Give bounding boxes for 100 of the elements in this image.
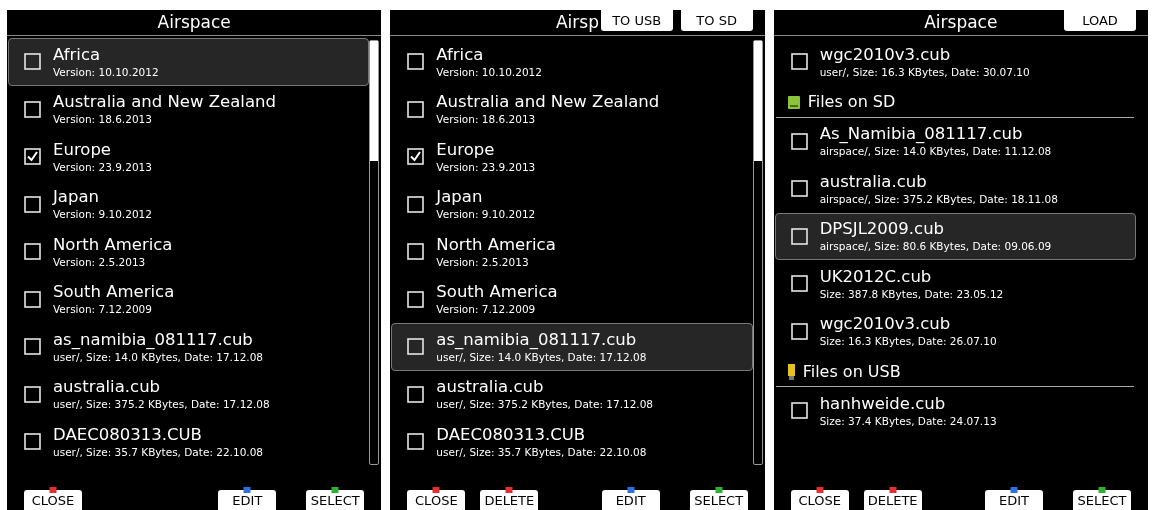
footer-button[interactable]: SELECT — [306, 490, 365, 510]
file-row[interactable]: hanhweide.cub Size: 37.4 KBytes, Date: 24.07.13 — [774, 387, 1136, 435]
checkbox[interactable] — [790, 132, 808, 150]
checkbox[interactable] — [407, 433, 425, 451]
footer-button[interactable]: SELECT — [689, 490, 748, 510]
file-details: user/, Size: 16.3 KBytes, Date: 30.07.10 — [819, 65, 1030, 79]
file-details: Version: 7.12.2009 — [436, 303, 537, 317]
file-row[interactable]: Europe Version: 23.9.2013 — [8, 133, 370, 181]
file-details: airspace/, Size: 14.0 KBytes, Date: 11.12.08 — [819, 145, 1052, 159]
dialog-title: Airspace — [924, 10, 998, 34]
dialog-title: Airsp — [556, 10, 599, 34]
footer-button[interactable]: EDIT — [601, 490, 660, 510]
checkbox[interactable] — [790, 402, 808, 420]
file-row[interactable]: UK2012C.cub Size: 387.8 KBytes, Date: 23.05.12 — [774, 260, 1136, 308]
file-row[interactable]: australia.cub airspace/, Size: 375.2 KBytes, Date: 18.11.08 — [774, 165, 1136, 213]
file-name: DAEC080313.CUB — [53, 424, 203, 446]
file-name: North America — [53, 234, 173, 256]
footer-button[interactable]: DELETE — [480, 490, 539, 510]
file-name: South America — [53, 282, 175, 303]
checkbox[interactable] — [24, 148, 41, 166]
file-details: Size: 16.3 KBytes, Date: 26.07.10 — [819, 335, 997, 349]
scrollbar-thumb[interactable] — [370, 41, 379, 161]
scrollbar[interactable] — [752, 40, 763, 465]
checkbox[interactable] — [790, 180, 808, 198]
footer-button[interactable]: EDIT — [985, 490, 1043, 510]
file-row[interactable]: as_namibia_081117.cub user/, Size: 14.0 KBytes, Date: 17.12.08 — [391, 323, 753, 371]
file-row[interactable]: DAEC080313.CUB user/, Size: 35.7 KBytes, Date: 22.10.08 — [8, 418, 370, 466]
header-button[interactable]: TO USB — [600, 10, 673, 31]
file-details: Version: 18.6.2013 — [436, 113, 537, 127]
file-details: Version: 10.10.2012 — [53, 65, 159, 79]
file-row[interactable]: Australia and New Zealand Version: 18.6.2013 — [8, 85, 370, 133]
checkbox[interactable] — [24, 338, 41, 356]
scrollbar-thumb[interactable] — [753, 41, 762, 161]
file-row[interactable]: DPSJL2009.cub airspace/, Size: 80.6 KBytes, Date: 09.06.09 — [774, 212, 1136, 260]
file-details: Version: 23.9.2013 — [53, 160, 152, 174]
checkbox[interactable] — [790, 275, 808, 293]
file-name: australia.cub — [53, 377, 162, 398]
file-row[interactable]: As_Namibia_081117.cub airspace/, Size: 14.0 KBytes, Date: 11.12.08 — [774, 117, 1136, 165]
file-name: Australia and New Zealand — [436, 92, 660, 113]
file-name: DPSJL2009.cub — [819, 219, 946, 240]
footer-button[interactable]: CLOSE — [790, 490, 849, 510]
scrollbar[interactable] — [369, 40, 380, 465]
section-label: Files on SD — [807, 91, 896, 113]
file-row[interactable]: Africa Version: 10.10.2012 — [391, 38, 753, 86]
file-name: wgc2010v3.cub — [819, 44, 952, 66]
file-row[interactable]: Japan Version: 9.10.2012 — [391, 180, 753, 228]
file-row[interactable]: Australia and New Zealand Version: 18.6.2013 — [391, 85, 753, 133]
checkbox[interactable] — [407, 385, 425, 403]
file-row[interactable]: Europe Version: 23.9.2013 — [391, 133, 753, 181]
file-name: as_namibia_081117.cub — [53, 329, 254, 351]
file-row[interactable]: as_namibia_081117.cub user/, Size: 14.0 KBytes, Date: 17.12.08 — [8, 323, 370, 371]
checkbox[interactable] — [24, 433, 41, 451]
file-row[interactable]: North America Version: 2.5.2013 — [391, 228, 753, 276]
file-details: user/, Size: 375.2 KBytes, Date: 17.12.08 — [53, 398, 270, 412]
checkbox[interactable] — [407, 148, 425, 166]
file-details: user/, Size: 14.0 KBytes, Date: 17.12.08 — [436, 350, 647, 364]
file-row[interactable]: australia.cub user/, Size: 375.2 KBytes, Date: 17.12.08 — [8, 370, 370, 418]
file-row[interactable]: wgc2010v3.cub user/, Size: 16.3 KBytes, Date: 30.07.10 — [774, 38, 1136, 86]
header-button[interactable]: TO SD — [680, 10, 753, 31]
file-row[interactable]: Africa Version: 10.10.2012 — [8, 38, 370, 86]
file-details: user/, Size: 375.2 KBytes, Date: 17.12.08 — [436, 398, 654, 412]
file-name: Japan — [436, 187, 484, 208]
checkbox[interactable] — [24, 290, 41, 308]
file-row[interactable]: Japan Version: 9.10.2012 — [8, 180, 370, 228]
footer-button[interactable]: SELECT — [1073, 490, 1131, 510]
file-row[interactable]: North America Version: 2.5.2013 — [8, 228, 370, 276]
file-details: airspace/, Size: 375.2 KBytes, Date: 18.11.08 — [819, 192, 1058, 206]
footer-button[interactable]: CLOSE — [24, 490, 82, 510]
checkbox[interactable] — [790, 53, 808, 71]
file-name: Africa — [436, 44, 485, 66]
checkbox[interactable] — [24, 53, 41, 71]
footer-button[interactable]: EDIT — [218, 490, 277, 510]
checkbox[interactable] — [407, 53, 425, 71]
file-row[interactable]: South America Version: 7.12.2009 — [391, 275, 753, 323]
file-name: as_namibia_081117.cub — [436, 329, 638, 351]
file-name: Africa — [53, 44, 102, 66]
file-row[interactable]: australia.cub user/, Size: 375.2 KBytes, Date: 17.12.08 — [391, 370, 753, 418]
file-row[interactable]: DAEC080313.CUB user/, Size: 35.7 KBytes, Date: 22.10.08 — [391, 418, 753, 466]
footer-button[interactable]: DELETE — [863, 490, 922, 510]
checkbox[interactable] — [407, 243, 425, 261]
file-details: Version: 9.10.2012 — [436, 208, 536, 222]
checkbox[interactable] — [24, 195, 41, 213]
header-button[interactable]: LOAD — [1064, 10, 1136, 31]
checkbox[interactable] — [407, 100, 425, 118]
checkbox[interactable] — [24, 243, 41, 261]
checkbox[interactable] — [24, 385, 41, 403]
file-details: Size: 37.4 KBytes, Date: 24.07.13 — [819, 414, 997, 428]
file-name: Europe — [53, 139, 113, 161]
file-details: Version: 2.5.2013 — [436, 255, 530, 269]
checkbox[interactable] — [790, 227, 808, 245]
checkbox[interactable] — [407, 338, 425, 356]
file-row[interactable]: South America Version: 7.12.2009 — [8, 275, 370, 323]
checkbox[interactable] — [790, 322, 808, 340]
checkbox[interactable] — [407, 290, 425, 308]
file-details: Version: 10.10.2012 — [436, 65, 542, 79]
checkbox[interactable] — [407, 195, 425, 213]
file-name: wgc2010v3.cub — [819, 314, 952, 335]
file-row[interactable]: wgc2010v3.cub Size: 16.3 KBytes, Date: 26.07.10 — [774, 307, 1136, 355]
checkbox[interactable] — [24, 100, 41, 118]
footer-button[interactable]: CLOSE — [407, 490, 466, 510]
